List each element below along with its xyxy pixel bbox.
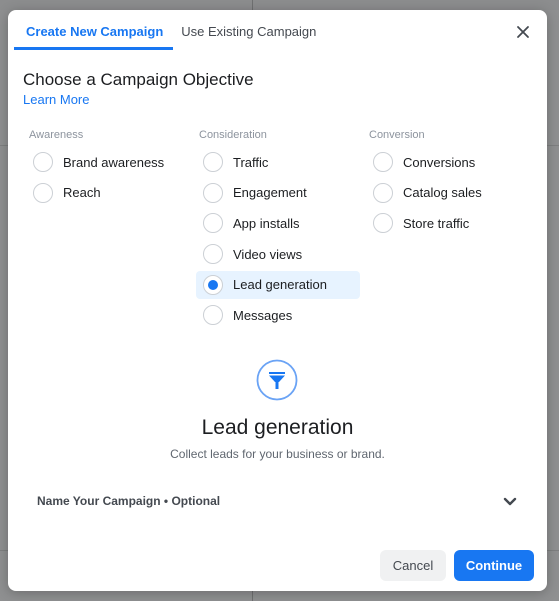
option-label: Catalog sales <box>403 185 482 201</box>
background-divider <box>252 0 253 10</box>
option-label: Reach <box>63 185 101 201</box>
continue-button[interactable]: Continue <box>454 550 534 581</box>
radio-button[interactable] <box>373 182 393 203</box>
option-label: App installs <box>233 215 300 231</box>
cancel-button[interactable]: Cancel <box>380 550 446 581</box>
tab-use-existing-campaign[interactable]: Use Existing Campaign <box>173 10 324 50</box>
objective-option-catalog-sales[interactable]: Catalog sales <box>366 179 530 207</box>
column-label: Consideration <box>199 129 267 141</box>
modal-tabs: Create New Campaign Use Existing Campaig… <box>14 10 324 50</box>
radio-button[interactable] <box>203 213 223 234</box>
radio-button[interactable] <box>33 182 53 203</box>
close-icon <box>517 26 529 38</box>
column-label: Conversion <box>369 129 425 141</box>
radio-button[interactable] <box>373 213 393 234</box>
option-label: Brand awareness <box>63 154 165 170</box>
learn-more-link[interactable]: Learn More <box>23 92 89 107</box>
objective-detail-title: Lead generation <box>201 416 354 439</box>
objective-option-traffic[interactable]: Traffic <box>196 148 360 176</box>
name-your-campaign-toggle[interactable]: Name Your Campaign • Optional <box>37 494 220 508</box>
option-label: Store traffic <box>403 215 470 231</box>
objective-column-consideration: Consideration Traffic Engagement App ins… <box>196 129 360 332</box>
column-label: Awareness <box>29 129 84 141</box>
campaign-modal: Create New Campaign Use Existing Campaig… <box>8 10 547 591</box>
radio-button[interactable] <box>203 152 223 172</box>
objective-option-conversions[interactable]: Conversions <box>366 148 530 176</box>
objective-column-awareness: Awareness Brand awareness Reach <box>26 129 190 209</box>
objective-option-reach[interactable]: Reach <box>26 179 190 207</box>
objective-option-store-traffic[interactable]: Store traffic <box>366 209 530 237</box>
radio-button[interactable] <box>203 182 223 203</box>
tab-create-new-campaign[interactable]: Create New Campaign <box>14 10 174 50</box>
option-label: Engagement <box>233 185 307 201</box>
radio-button[interactable] <box>203 305 223 326</box>
background-row-line <box>0 550 8 551</box>
objective-option-video-views[interactable]: Video views <box>196 240 360 268</box>
background-row-line <box>547 550 559 551</box>
option-label: Video views <box>233 246 303 262</box>
option-label: Traffic <box>233 154 269 170</box>
objective-option-app-installs[interactable]: App installs <box>196 209 360 237</box>
background-row-line <box>547 145 559 146</box>
radio-button[interactable] <box>203 244 223 265</box>
chevron-down-icon[interactable] <box>502 493 518 509</box>
background-topbar <box>0 0 559 10</box>
objective-column-conversion: Conversion Conversions Catalog sales Sto… <box>366 129 530 240</box>
option-label: Lead generation <box>233 277 327 293</box>
background-divider <box>252 590 253 601</box>
background-row-line <box>0 145 8 146</box>
objective-detail-description: Collect leads for your business or brand… <box>170 447 385 461</box>
radio-button-checked[interactable] <box>203 274 223 295</box>
modal-title: Choose a Campaign Objective <box>23 70 254 89</box>
option-label: Conversions <box>403 154 476 170</box>
close-button[interactable] <box>515 24 531 40</box>
option-label: Messages <box>233 307 293 323</box>
objective-option-engagement[interactable]: Engagement <box>196 179 360 207</box>
radio-button[interactable] <box>373 152 393 172</box>
funnel-icon <box>256 359 298 401</box>
radio-button[interactable] <box>33 152 53 172</box>
objective-option-messages[interactable]: Messages <box>196 301 360 329</box>
objective-option-brand-awareness[interactable]: Brand awareness <box>26 148 190 176</box>
objective-option-lead-generation[interactable]: Lead generation <box>196 270 360 299</box>
